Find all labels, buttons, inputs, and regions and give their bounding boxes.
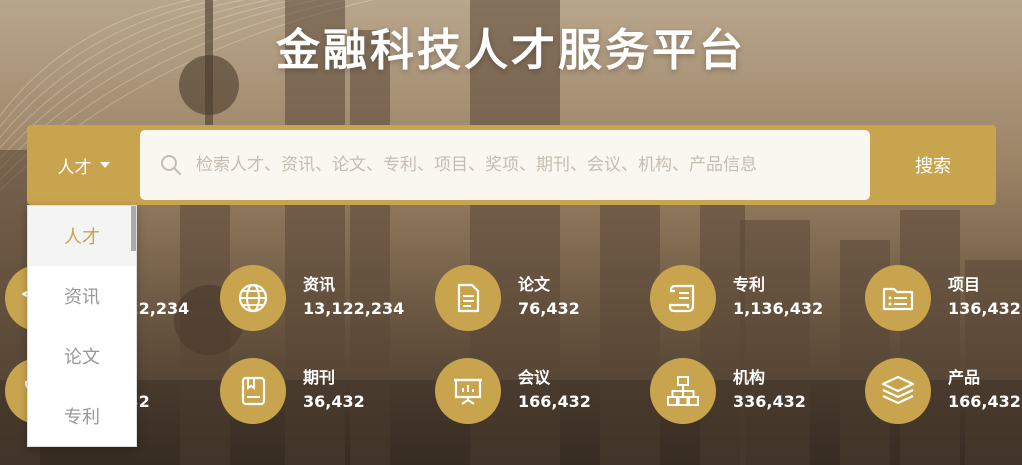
stat-count: 136,432: [948, 299, 1021, 318]
dropdown-item-papers[interactable]: 论文: [28, 326, 136, 386]
stat-label: 期刊: [303, 368, 336, 387]
stat-label: 会议: [518, 368, 551, 387]
stat-count: 13,122,234: [303, 299, 405, 318]
dropdown-item-patents[interactable]: 专利: [28, 386, 136, 446]
stat-conferences[interactable]: 会议 166,432: [435, 358, 640, 428]
dropdown-item-talent[interactable]: 人才: [28, 206, 136, 266]
document-icon: [435, 265, 501, 331]
stat-products[interactable]: 产品 166,432: [865, 358, 1022, 428]
stat-count: 166,432: [948, 392, 1021, 411]
presentation-icon: [435, 358, 501, 424]
stat-label: 产品: [948, 368, 981, 387]
stat-label: 资讯: [303, 275, 336, 294]
stat-patents[interactable]: 专利 1,136,432: [650, 265, 855, 335]
scroll-icon: [650, 265, 716, 331]
layers-icon: [865, 358, 931, 424]
stat-news[interactable]: 资讯 13,122,234: [220, 265, 425, 335]
stat-count: 36,432: [303, 392, 365, 411]
dropdown-scrollbar[interactable]: [131, 206, 136, 251]
search-button[interactable]: 搜索: [870, 125, 996, 205]
list-folder-icon: [865, 265, 931, 331]
stat-count: 76,432: [518, 299, 580, 318]
stat-label: 机构: [733, 368, 766, 387]
category-dropdown-menu: 人才 资讯 论文 专利: [27, 205, 137, 447]
stat-projects[interactable]: 项目 136,432: [865, 265, 1022, 335]
category-select-label: 人才: [57, 157, 92, 178]
stat-count: 336,432: [733, 392, 806, 411]
search-field: [140, 130, 870, 200]
stat-institutions[interactable]: 机构 336,432: [650, 358, 855, 428]
category-select[interactable]: 人才: [27, 125, 140, 205]
search-input[interactable]: [194, 154, 838, 176]
stat-journals[interactable]: 期刊 36,432: [220, 358, 425, 428]
org-chart-icon: [650, 358, 716, 424]
page-title: 金融科技人才服务平台: [276, 25, 746, 76]
search-bar: 人才 搜索: [27, 125, 996, 205]
stat-label: 项目: [948, 275, 981, 294]
dropdown-item-news[interactable]: 资讯: [28, 266, 136, 326]
stat-label: 论文: [518, 275, 551, 294]
stat-count: 166,432: [518, 392, 591, 411]
book-icon: [220, 358, 286, 424]
caret-down-icon: [99, 162, 110, 168]
stat-label: 专利: [733, 275, 766, 294]
globe-icon: [220, 265, 286, 331]
stat-papers[interactable]: 论文 76,432: [435, 265, 640, 335]
search-icon: [161, 155, 181, 175]
stat-count: 1,136,432: [733, 299, 824, 318]
